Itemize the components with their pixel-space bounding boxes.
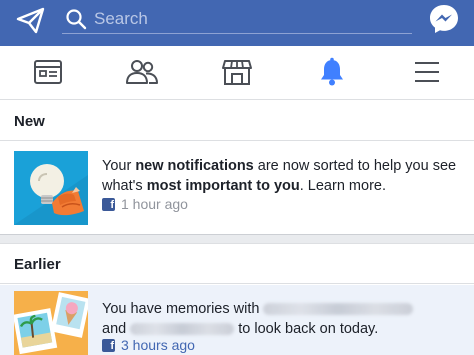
notification-text-bold: new notifications	[135, 158, 254, 174]
tab-bar	[0, 46, 474, 100]
notification-text-part: to look back on today.	[238, 321, 379, 337]
tab-news-feed[interactable]	[28, 54, 68, 90]
notification-item[interactable]: You have memories with and to look back …	[0, 285, 474, 355]
notification-text-part: and	[102, 321, 127, 337]
tab-friends[interactable]	[122, 54, 162, 90]
notification-text: You have memories with and to look back …	[102, 299, 462, 339]
section-label-new: New	[14, 113, 45, 130]
notification-text-part: You have memories with	[102, 301, 260, 317]
marketplace-icon	[222, 60, 252, 85]
notification-time: 1 hour ago	[121, 196, 188, 212]
search-bar[interactable]	[62, 4, 412, 34]
notification-time: 3 hours ago	[121, 337, 195, 353]
messenger-icon[interactable]	[427, 2, 461, 36]
friends-icon	[126, 60, 158, 84]
notification-meta: f 3 hours ago	[102, 336, 195, 354]
notification-text: Your new notifications are now sorted to…	[102, 156, 462, 196]
blurred-name	[263, 303, 414, 316]
top-bar	[0, 0, 474, 46]
hamburger-menu-icon	[415, 62, 439, 82]
section-label-earlier: Earlier	[14, 256, 61, 273]
newsfeed-icon	[34, 60, 62, 84]
notification-text-part: . Learn more.	[299, 178, 386, 194]
notification-item[interactable]: Your new notifications are now sorted to…	[0, 142, 474, 234]
search-icon	[65, 8, 87, 30]
facebook-logo-icon: f	[102, 338, 115, 352]
search-input[interactable]	[94, 8, 394, 30]
lightbulb-icon	[14, 151, 88, 225]
notification-meta: f 1 hour ago	[102, 195, 188, 213]
tab-marketplace[interactable]	[217, 54, 257, 90]
memories-photos-icon	[14, 291, 88, 355]
section-header-new: New	[0, 101, 474, 141]
tab-notifications[interactable]	[312, 54, 352, 90]
notification-text-part: Your	[102, 158, 136, 174]
bell-icon	[321, 57, 343, 86]
paper-plane-icon[interactable]	[16, 7, 46, 35]
facebook-logo-icon: f	[102, 197, 115, 211]
notification-text-bold: most important to you	[146, 178, 300, 194]
blurred-name	[130, 323, 235, 336]
section-divider	[0, 234, 474, 244]
section-header-earlier: Earlier	[0, 244, 474, 284]
tab-menu[interactable]	[407, 54, 447, 90]
